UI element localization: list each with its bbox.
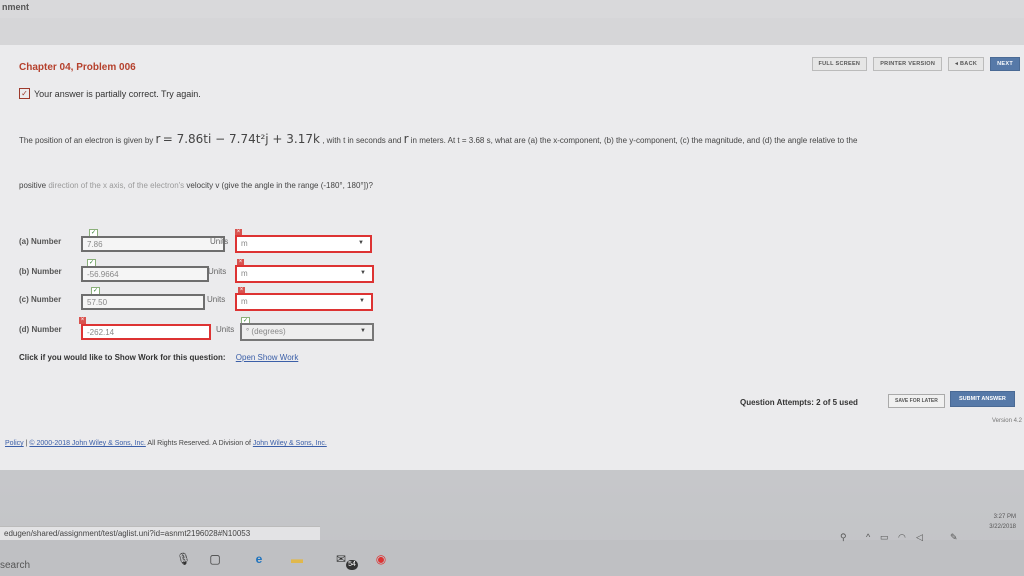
show-work-prompt: Click if you would like to Show Work for… (19, 353, 226, 362)
status-message: ✓ Your answer is partially correct. Try … (19, 88, 201, 99)
microphone-icon[interactable]: 🎙 (176, 552, 191, 566)
units-select-value: ° (degrees) (246, 327, 286, 336)
top-toolbar: FULL SCREEN PRINTER VERSION ◂ BACK NEXT (811, 57, 1020, 71)
question-text-6: velocity (184, 181, 214, 190)
v-vector-symbol: v (215, 181, 220, 190)
policy-link[interactable]: Policy (5, 440, 24, 447)
version-label: Version 4.2 (991, 418, 1022, 424)
task-view-icon[interactable]: ▢ (208, 552, 222, 566)
r-vector-symbol-2: r (403, 132, 409, 146)
clock-time: 3:27 PM (993, 514, 1016, 520)
window-title: nment (2, 2, 29, 12)
assignment-page: FULL SCREEN PRINTER VERSION ◂ BACK NEXT … (0, 45, 1024, 470)
question-text-5: direction of the x axis, of the electron… (46, 181, 185, 190)
browser-status-bar: edugen/shared/assignment/test/aglist.uni… (0, 526, 320, 540)
question-text-1: The position of an electron is given by (19, 136, 154, 145)
answer-label: (b) Number (19, 267, 62, 276)
volume-icon[interactable]: ◁ (916, 532, 923, 543)
attempts-counter: Question Attempts: 2 of 5 used (740, 398, 858, 407)
r-vector-symbol: r (155, 132, 161, 146)
open-show-work-link[interactable]: Open Show Work (236, 353, 299, 362)
units-select-value: m (241, 297, 248, 306)
fullscreen-button[interactable]: FULL SCREEN (811, 57, 868, 71)
problem-title: Chapter 04, Problem 006 (19, 62, 136, 73)
question-text-7: (give the angle in the range (-180°, 180… (221, 181, 373, 190)
units-select-value: m (241, 239, 248, 248)
units-label: Units (216, 325, 235, 334)
question-line-2: positive direction of the x axis, of the… (19, 181, 373, 190)
units-label: Units (207, 295, 226, 304)
status-text: Your answer is partially correct. Try ag… (34, 88, 201, 99)
chevron-down-icon: ▼ (359, 298, 365, 304)
pen-icon[interactable]: ✎ (950, 532, 958, 543)
answer-input-d[interactable]: -262.14 (81, 324, 211, 340)
file-explorer-icon[interactable]: ▬ (290, 552, 304, 566)
chevron-down-icon: ▼ (360, 270, 366, 276)
network-icon[interactable]: ▭ (880, 532, 889, 543)
incorrect-flag-icon: × (79, 317, 86, 324)
browser-title-strip: nment (0, 0, 1024, 18)
footer: Policy | © 2000-2018 John Wiley & Sons, … (5, 440, 327, 447)
chevron-up-icon[interactable]: ^ (866, 532, 870, 542)
answer-label: (c) Number (19, 295, 62, 304)
next-button[interactable]: NEXT (990, 57, 1020, 71)
clock-date: 3/22/2018 (989, 524, 1016, 530)
chevron-down-icon: ▼ (360, 328, 366, 334)
save-for-later-button[interactable]: SAVE FOR LATER (888, 394, 945, 408)
answer-label: (a) Number (19, 237, 62, 246)
system-clock[interactable]: 3:27 PM 3/22/2018 (989, 512, 1016, 532)
question-text-4: positive (19, 181, 47, 190)
people-icon[interactable]: ⚲ (840, 532, 847, 543)
partial-check-icon: ✓ (19, 88, 30, 99)
answer-input-c[interactable]: 57.50 (81, 294, 205, 310)
answer-input-b[interactable]: -56.9664 (81, 266, 209, 282)
units-label: Units (210, 237, 229, 246)
division-link[interactable]: John Wiley & Sons, Inc. (253, 440, 327, 447)
question-text-3: in meters. At t = 3.68 s, what are (a) t… (410, 136, 858, 145)
units-select-value: m (241, 269, 248, 278)
question-line-1: The position of an electron is given by … (19, 132, 1024, 146)
chrome-icon[interactable]: ◉ (374, 552, 388, 566)
question-text-2: , with t in seconds and (322, 136, 402, 145)
units-label: Units (208, 267, 227, 276)
footer-rights: All Rights Reserved. A Division of (145, 440, 253, 447)
submit-answer-button[interactable]: SUBMIT ANSWER (950, 391, 1015, 407)
answer-input-a[interactable]: 7.86 (81, 236, 225, 252)
printer-version-button[interactable]: PRINTER VERSION (873, 57, 943, 71)
taskbar-search[interactable]: search (0, 560, 30, 571)
show-work-row: Click if you would like to Show Work for… (19, 353, 298, 362)
back-button[interactable]: ◂ BACK (948, 57, 985, 71)
units-select-d[interactable]: ° (degrees) ▼ (240, 323, 374, 341)
taskbar: search 🎙 ▢ e ▬ ✉ 54 ◉ ⚲ ^ ▭ ◠ ◁ ✎ 3:27 P… (0, 514, 1024, 576)
units-select-b[interactable]: m ▼ (235, 265, 374, 283)
chevron-down-icon: ▼ (358, 240, 364, 246)
answer-label: (d) Number (19, 325, 62, 334)
units-select-c[interactable]: m ▼ (235, 293, 373, 311)
notification-badge: 54 (346, 560, 358, 570)
copyright-link[interactable]: © 2000-2018 John Wiley & Sons, Inc. (29, 440, 145, 447)
units-select-a[interactable]: m ▼ (235, 235, 372, 253)
wifi-icon[interactable]: ◠ (898, 532, 906, 543)
position-equation: = 7.86ti − 7.74t²j + 3.17k (162, 132, 320, 146)
edge-browser-icon[interactable]: e (252, 552, 266, 566)
